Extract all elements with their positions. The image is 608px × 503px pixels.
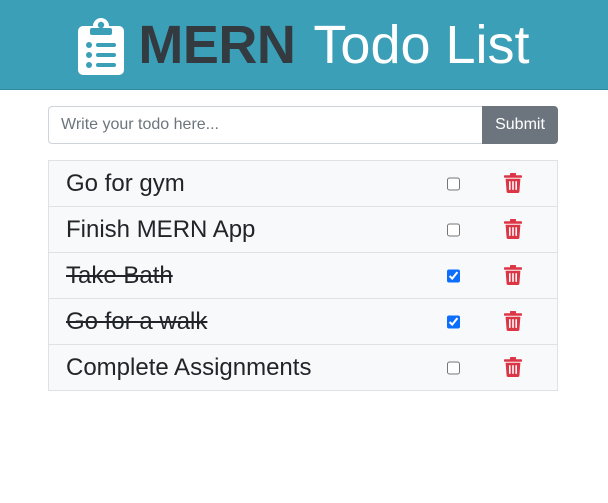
clipboard-list-icon (78, 17, 125, 75)
trash-icon[interactable] (504, 218, 522, 239)
app-header: MERN Todo List (0, 0, 608, 90)
todo-item: Finish MERN App (48, 207, 558, 253)
trash-icon[interactable] (504, 356, 522, 377)
todo-text: Go for a walk (66, 307, 208, 335)
header-title-group: MERN Todo List (78, 0, 530, 89)
trash-icon[interactable] (504, 172, 522, 193)
todo-list: Go for gym Finish MERN App Take Bath Go … (48, 160, 558, 391)
todo-input[interactable] (48, 106, 482, 144)
todo-item: Take Bath (48, 253, 558, 299)
todo-text: Complete Assignments (66, 353, 312, 381)
todo-text: Finish MERN App (66, 215, 256, 243)
todo-item: Go for gym (48, 160, 558, 207)
todo-item: Complete Assignments (48, 345, 558, 391)
todo-text: Take Bath (66, 261, 173, 289)
title-bold: MERN (138, 14, 296, 75)
todo-complete-checkbox[interactable] (447, 223, 460, 236)
todo-item: Go for a walk (48, 299, 558, 345)
todo-form: Submit (48, 106, 558, 144)
todo-text: Go for gym (66, 169, 185, 197)
todo-complete-checkbox[interactable] (447, 269, 460, 282)
todo-complete-checkbox[interactable] (447, 361, 460, 374)
todo-complete-checkbox[interactable] (447, 177, 460, 190)
title-light: Todo List (313, 14, 530, 75)
submit-button[interactable]: Submit (482, 106, 558, 144)
trash-icon[interactable] (504, 264, 522, 285)
todo-complete-checkbox[interactable] (447, 315, 460, 328)
trash-icon[interactable] (504, 310, 522, 331)
